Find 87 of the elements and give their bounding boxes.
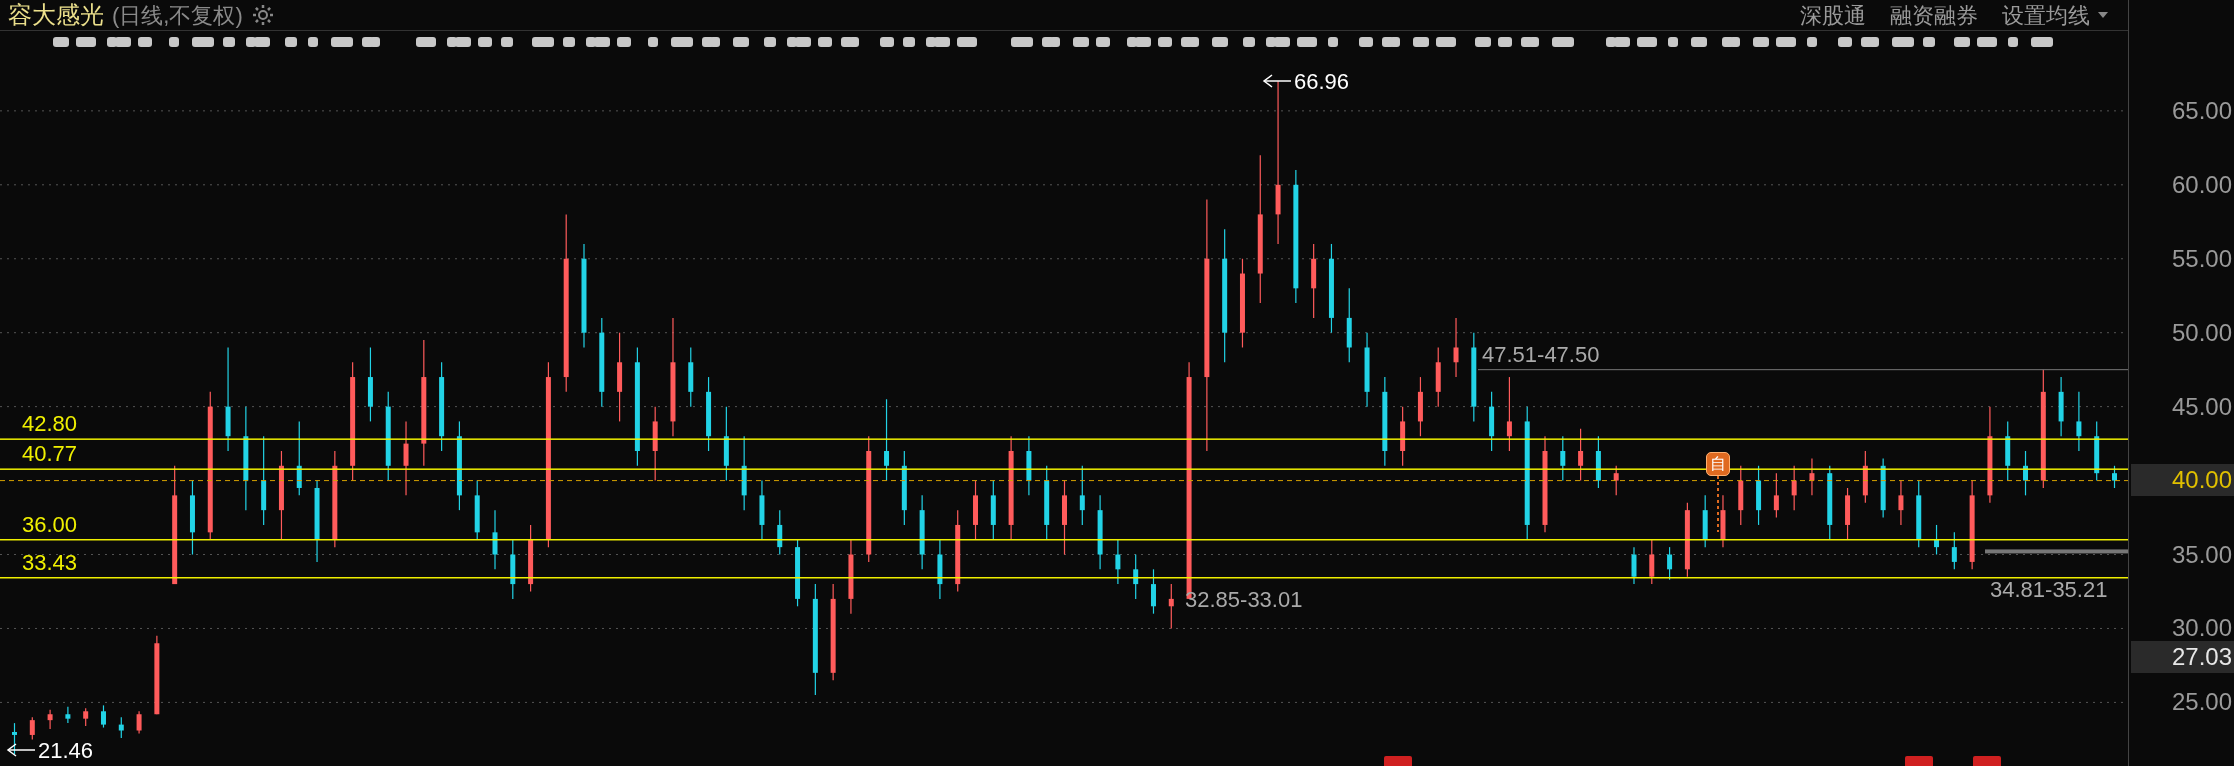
candle [1773,472,1779,519]
axis-tick-label: 55.00 [2171,246,2232,271]
candle [136,710,142,735]
candle [1809,457,1815,496]
caret-icon [2098,12,2108,18]
candle [2112,465,2117,489]
stock-name: 容大感光 [8,0,104,30]
candle [1649,539,1655,585]
candle [492,509,498,570]
candle [2076,391,2082,452]
range-label: 32.85-33.01 [1185,587,1303,612]
candle [1613,465,1619,496]
candle [29,716,35,740]
price-level-label: 36.00 [22,511,78,537]
candle [688,346,694,408]
candle [1667,546,1673,581]
chart-period: (日线,不复权) [112,1,243,30]
candle [1417,376,1423,437]
candle [1791,465,1797,511]
price-level-label: 42.80 [22,411,78,437]
candle [1862,450,1868,504]
candle [1079,465,1085,526]
candle [101,704,106,729]
arrow-icon [6,743,36,757]
candle [1738,465,1744,526]
axis-tick-label: 60.00 [2171,172,2232,197]
cursor-price-tag: 27.03 [2131,641,2234,673]
current-price-tag: 40.00 [2131,464,2234,496]
candle [2094,420,2100,482]
candle [118,716,124,739]
candle [528,524,534,593]
candle [83,707,89,727]
axis-tick-label: 30.00 [2171,616,2232,641]
candle [990,479,996,541]
candle [1435,346,1441,408]
header-link[interactable]: 深股通 [1800,0,1866,32]
candle [1951,531,1957,570]
marker-badge [1973,756,2001,766]
axis-tick-label: 65.00 [2171,98,2232,123]
candle [973,479,978,541]
candle [2023,450,2028,496]
price-level-label: 33.43 [22,549,78,575]
candle [12,722,17,755]
candle [1168,583,1174,630]
candle [1934,524,1940,556]
candle [1453,317,1459,378]
candle [1720,494,1726,548]
header-link[interactable]: 设置均线 [2002,0,2108,32]
candle [777,509,783,556]
candle [1756,465,1762,526]
axis-tick-label: 25.00 [2171,690,2232,715]
candle [1578,428,1584,482]
range-label: 47.51-47.50 [1482,341,1600,367]
candle [1400,406,1406,467]
candle [1898,479,1904,526]
candle [1702,494,1708,548]
candle [2058,376,2064,437]
candle [1916,479,1922,548]
dotted-leader-line [1717,475,1719,533]
candle [1151,568,1156,615]
candle [510,539,516,600]
candle [795,539,801,607]
range-label: 34.81-35.21 [1990,577,2108,603]
axis-tick-label: 50.00 [2171,320,2232,345]
price-annotation: 21.46 [38,738,94,763]
candle [937,539,943,600]
axis-tick-label: 45.00 [2171,394,2232,419]
arrow-icon [1262,74,1292,88]
candle [1845,487,1851,541]
candle [1115,539,1121,585]
candle [1631,546,1637,585]
candle [1026,435,1032,496]
marker-badge [1905,756,1933,766]
candle [1489,391,1495,452]
candle [65,706,71,724]
candle [1560,435,1566,482]
price-annotation: 66.96 [1294,69,1350,94]
marker-badge [1384,756,1412,766]
candle [474,479,480,541]
candle [1880,457,1886,519]
price-level-label: 40.77 [22,441,78,467]
settings-icon[interactable] [250,3,275,27]
axis-tick-label: 35.00 [2171,542,2232,567]
candle [47,709,53,730]
candle [759,479,765,541]
candle [1133,553,1139,600]
header-link[interactable]: 融资融券 [1890,0,1978,32]
